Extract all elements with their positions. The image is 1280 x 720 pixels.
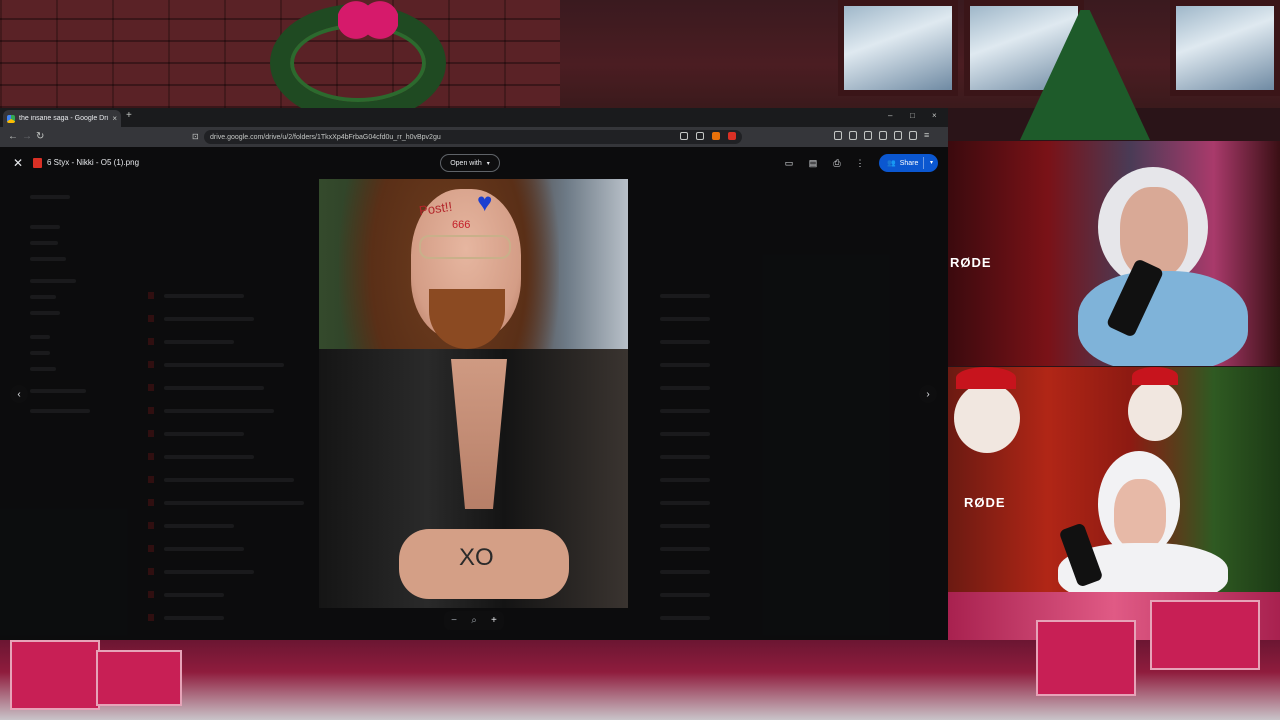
close-viewer-icon[interactable]: ✕ — [13, 156, 23, 170]
share-page-icon[interactable] — [696, 132, 704, 140]
google-drive-icon — [7, 114, 15, 123]
mic-brand-label: RØDE — [964, 495, 1006, 510]
preview-image: ♥ Post!! 666 XO — [319, 179, 628, 608]
add-to-folder-icon[interactable]: ▭ — [784, 158, 794, 168]
background-wreath-bow — [338, 0, 398, 40]
extension-orange-icon[interactable] — [712, 132, 720, 140]
mic-brand-label: RØDE — [950, 255, 992, 270]
tab-close-icon[interactable]: × — [112, 114, 117, 123]
back-icon[interactable]: ← — [8, 131, 18, 142]
more-options-icon[interactable]: ⋮ — [855, 158, 865, 168]
background-window — [1170, 0, 1280, 96]
viewer-toolbar: ✕ 6 Styx - Nikki - O5 (1).png Open with … — [0, 148, 948, 178]
url-text: drive.google.com/drive/u/2/folders/1TkxX… — [210, 133, 441, 141]
address-bar[interactable]: drive.google.com/drive/u/2/folders/1TkxX… — [204, 130, 742, 144]
people-icon: 👥 — [887, 160, 896, 167]
image-file-icon — [33, 158, 42, 168]
forehead-number: 666 — [452, 219, 471, 231]
chevron-down-icon[interactable]: ▾ — [930, 159, 933, 166]
bookmark-icon[interactable]: ⊡ — [192, 132, 199, 141]
previous-file-button[interactable]: ‹ — [10, 385, 28, 403]
santa-decoration — [1128, 381, 1182, 441]
chevron-left-icon: ‹ — [17, 388, 21, 400]
viewer-file-name: 6 Styx - Nikki - O5 (1).png — [47, 158, 140, 167]
menu-icon[interactable]: ≡ — [924, 131, 932, 140]
background-gift — [10, 640, 100, 710]
share-label: Share — [899, 159, 919, 167]
hand-ink-writing: XO — [459, 544, 494, 571]
media-icon[interactable] — [849, 131, 857, 140]
zoom-out-button[interactable]: − — [451, 615, 457, 626]
sidepanel-icon[interactable] — [864, 131, 872, 140]
background-gift — [1036, 620, 1136, 696]
next-file-button[interactable]: › — [919, 385, 937, 403]
chevron-right-icon: › — [926, 388, 930, 400]
tab-google-drive[interactable]: the insane saga - Google Drive × — [3, 110, 121, 127]
minimize-icon[interactable]: – — [888, 111, 892, 120]
window-close-icon[interactable]: × — [932, 111, 937, 120]
background-gift — [1150, 600, 1260, 670]
browser-toolbar: ← → ↻ ⊡ drive.google.com/drive/u/2/folde… — [0, 127, 948, 147]
profile-icon[interactable] — [909, 131, 917, 140]
reload-icon[interactable]: ↻ — [36, 131, 44, 142]
tab-strip: the insane saga - Google Drive × + – □ × — [0, 108, 948, 127]
tab-title: the insane saga - Google Drive — [19, 115, 109, 122]
santa-decoration — [954, 383, 1020, 453]
webcam-feed-top: RØDE — [948, 141, 1280, 366]
background-gift — [96, 650, 182, 706]
cast-icon[interactable] — [680, 132, 688, 140]
open-with-button[interactable]: Open with ▾ — [440, 154, 500, 172]
heart-icon: ♥ — [477, 187, 493, 217]
webcam-feed-bottom: RØDE — [948, 367, 1280, 592]
share-button[interactable]: 👥 Share ▾ — [879, 154, 938, 172]
background-window — [838, 0, 958, 96]
maximize-icon[interactable]: □ — [910, 111, 915, 120]
chevron-down-icon: ▾ — [486, 160, 490, 167]
zoom-in-button[interactable]: + — [491, 615, 497, 626]
comment-icon[interactable]: ▤ — [808, 158, 818, 168]
forward-icon[interactable]: → — [22, 131, 32, 142]
reading-list-icon[interactable] — [879, 131, 887, 140]
zoom-controls: − ⌕ + — [444, 611, 504, 630]
zoom-icon[interactable]: ⌕ — [471, 615, 477, 626]
puzzle-icon[interactable] — [894, 131, 902, 140]
extension-icon[interactable] — [834, 131, 842, 140]
omnibox-icons — [680, 132, 736, 140]
extension-red-icon[interactable] — [728, 132, 736, 140]
glasses-shape — [419, 235, 511, 259]
open-with-label: Open with — [450, 159, 482, 167]
new-tab-icon[interactable]: + — [126, 110, 132, 121]
extensions-area: ≡ — [834, 131, 932, 140]
print-icon[interactable]: ⎙ — [832, 158, 842, 168]
